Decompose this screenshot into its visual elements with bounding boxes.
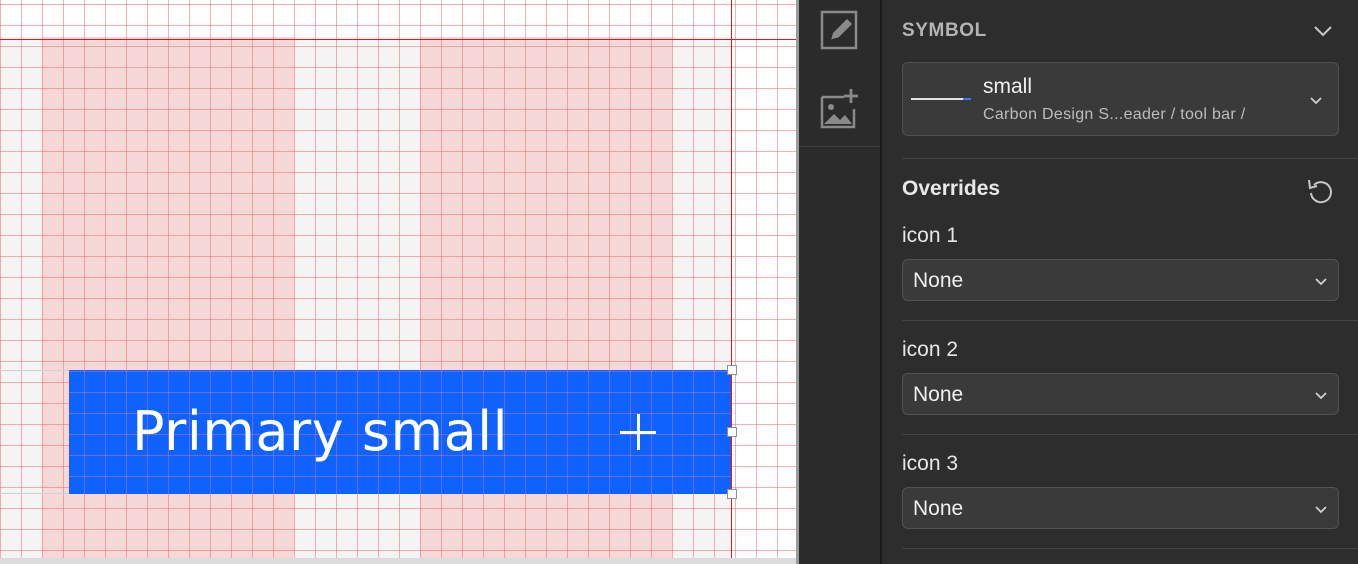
override-value: None	[913, 269, 964, 292]
inspector-tool-strip	[799, 0, 882, 564]
symbol-thumbnail-accent	[963, 98, 971, 100]
overrides-title: Overrides	[902, 177, 1001, 200]
horizontal-guide[interactable]	[0, 39, 796, 40]
override-label-icon-2: icon 2	[902, 338, 959, 361]
resize-handle-bottom-right[interactable]	[727, 489, 737, 499]
symbol-section-title: SYMBOL	[902, 20, 987, 41]
override-select-icon-2[interactable]: None	[902, 373, 1339, 415]
symbol-path: Carbon Design S...eader / tool bar /	[983, 106, 1246, 123]
edit-symbol-icon	[820, 10, 857, 50]
override-label-icon-1: icon 1	[902, 224, 959, 247]
tool-strip-divider	[799, 146, 880, 147]
header-strip	[0, 370, 69, 494]
design-canvas[interactable]: Primary small	[0, 0, 796, 564]
chevron-down-icon	[1315, 278, 1327, 286]
vertical-guide[interactable]	[731, 0, 732, 564]
symbol-name: small	[983, 75, 1033, 98]
add-image-tool[interactable]	[799, 74, 880, 144]
primary-small-button-layer[interactable]: Primary small	[69, 370, 732, 494]
canvas-horizontal-scrollbar[interactable]	[0, 558, 796, 564]
override-select-icon-1[interactable]: None	[902, 259, 1339, 301]
override-value: None	[913, 383, 964, 406]
override-label-icon-3: icon 3	[902, 452, 959, 475]
symbol-picker[interactable]: small Carbon Design S...eader / tool bar…	[902, 62, 1339, 136]
section-divider	[902, 158, 1358, 159]
chevron-down-icon	[1315, 392, 1327, 400]
reset-overrides-icon[interactable]	[1306, 176, 1336, 206]
plus-icon	[620, 414, 656, 450]
add-image-icon	[820, 89, 858, 129]
canvas-top-margin	[0, 0, 796, 37]
chevron-down-icon	[1315, 506, 1327, 514]
button-label-text: Primary small	[132, 400, 509, 463]
chevron-down-icon	[1310, 97, 1322, 105]
override-divider	[902, 320, 1358, 321]
symbol-thumbnail	[911, 98, 969, 100]
override-divider	[902, 434, 1358, 435]
inspector-panel: SYMBOL small Carbon Design S...eader / t…	[882, 0, 1358, 564]
chevron-down-icon[interactable]	[1312, 20, 1334, 42]
override-select-icon-3[interactable]: None	[902, 487, 1339, 529]
override-value: None	[913, 497, 964, 520]
resize-handle-top-right[interactable]	[727, 365, 737, 375]
edit-symbol-tool[interactable]	[799, 0, 880, 60]
resize-handle-right[interactable]	[727, 427, 737, 437]
override-divider	[902, 548, 1358, 549]
